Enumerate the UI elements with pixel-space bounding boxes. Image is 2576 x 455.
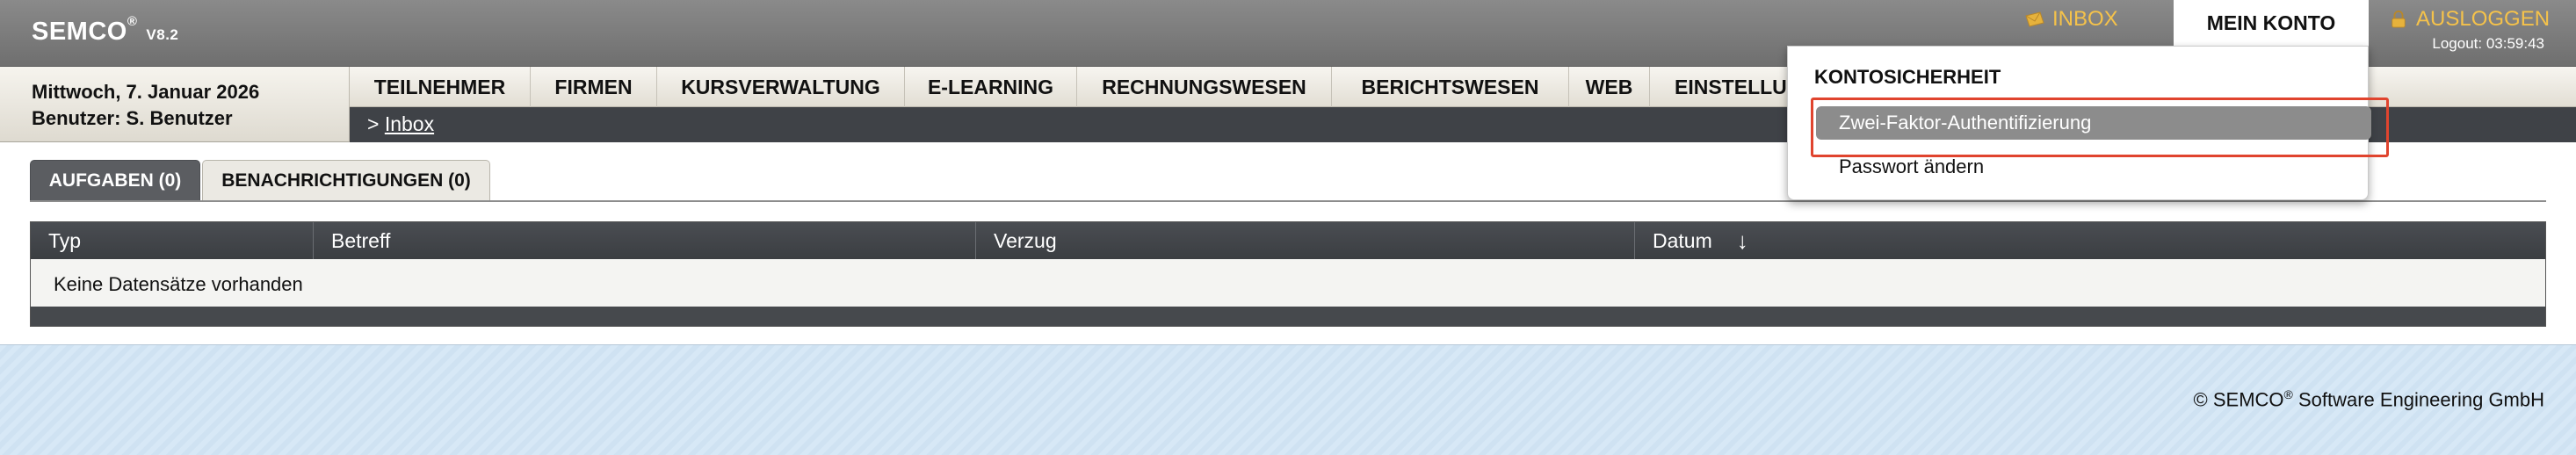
menu-item-zwei-faktor-authentifizierung[interactable]: Zwei-Faktor-Authentifizierung — [1816, 106, 2371, 140]
page-footer: © SEMCO® Software Engineering GmbH — [0, 344, 2576, 455]
dropdown-section-title: KONTOSICHERHEIT — [1814, 66, 2001, 88]
column-header-betreff[interactable]: Betreff — [314, 222, 976, 259]
current-user: Benutzer: S. Benutzer — [32, 107, 233, 129]
tab-divider — [30, 200, 2546, 202]
breadcrumb-separator: > — [367, 112, 380, 135]
app-logo[interactable]: SEMCO® V8.2 — [32, 14, 179, 47]
logout-label: AUSLOGGEN — [2416, 7, 2551, 31]
inbox-label: INBOX — [2052, 7, 2118, 31]
app-name: SEMCO — [32, 18, 127, 46]
column-header-verzug[interactable]: Verzug — [976, 222, 1635, 259]
user-info-box: Mittwoch, 7. Januar 2026 Benutzer: S. Be… — [0, 67, 350, 142]
app-version: V8.2 — [146, 26, 179, 43]
sort-arrow-icon[interactable]: ↓ — [1737, 228, 1748, 255]
column-header-label: Datum — [1653, 228, 1712, 252]
table-footer — [31, 307, 2545, 326]
tab-benachrichtigungen[interactable]: BENACHRICHTIGUNGEN (0) — [202, 160, 490, 200]
mein-konto-dropdown: KONTOSICHERHEIT Zwei-Faktor-Authentifizi… — [1787, 46, 2389, 200]
column-header-typ[interactable]: Typ — [31, 222, 314, 259]
envelope-icon — [2025, 11, 2044, 27]
nav-rechnungswesen[interactable]: RECHNUNGSWESEN — [1077, 67, 1332, 107]
breadcrumb-inbox-link[interactable]: Inbox — [385, 112, 434, 135]
copyright-suffix: Software Engineering GmbH — [2292, 388, 2544, 411]
nav-berichtswesen[interactable]: BERICHTSWESEN — [1332, 67, 1569, 107]
padlock-icon — [2391, 11, 2406, 28]
copyright-prefix: © SEMCO — [2193, 388, 2284, 411]
copyright-text: © SEMCO® Software Engineering GmbH — [2194, 387, 2544, 411]
column-header-label: Betreff — [331, 228, 391, 252]
column-header-datum[interactable]: Datum ↓ — [1635, 222, 2545, 259]
breadcrumb: > Inbox — [367, 112, 434, 136]
nav-kursverwaltung[interactable]: KURSVERWALTUNG — [657, 67, 905, 107]
menu-item-passwort-aendern[interactable]: Passwort ändern — [1839, 155, 1984, 178]
tasks-table: Typ Betreff Verzug Datum ↓ Keine Datensä… — [30, 221, 2546, 327]
current-date: Mittwoch, 7. Januar 2026 — [32, 81, 260, 103]
inbox-link[interactable]: INBOX — [2024, 7, 2118, 32]
registered-mark: ® — [2283, 387, 2293, 401]
column-header-label: Typ — [48, 228, 82, 252]
empty-table-message: Keine Datensätze vorhanden — [54, 273, 303, 295]
column-header-label: Verzug — [994, 228, 1057, 252]
tab-aufgaben[interactable]: AUFGABEN (0) — [30, 160, 200, 200]
table-header: Typ Betreff Verzug Datum ↓ — [31, 222, 2545, 259]
nav-teilnehmer[interactable]: TEILNEHMER — [350, 67, 531, 107]
nav-web[interactable]: WEB — [1569, 67, 1650, 107]
nav-firmen[interactable]: FIRMEN — [531, 67, 657, 107]
logout-link[interactable]: AUSLOGGEN — [2388, 7, 2550, 32]
nav-e-learning[interactable]: E-LEARNING — [905, 67, 1077, 107]
mein-konto-menu-button[interactable]: MEIN KONTO — [2174, 0, 2369, 46]
registered-mark: ® — [127, 14, 138, 29]
logout-timer: Logout: 03:59:43 — [2432, 35, 2544, 52]
